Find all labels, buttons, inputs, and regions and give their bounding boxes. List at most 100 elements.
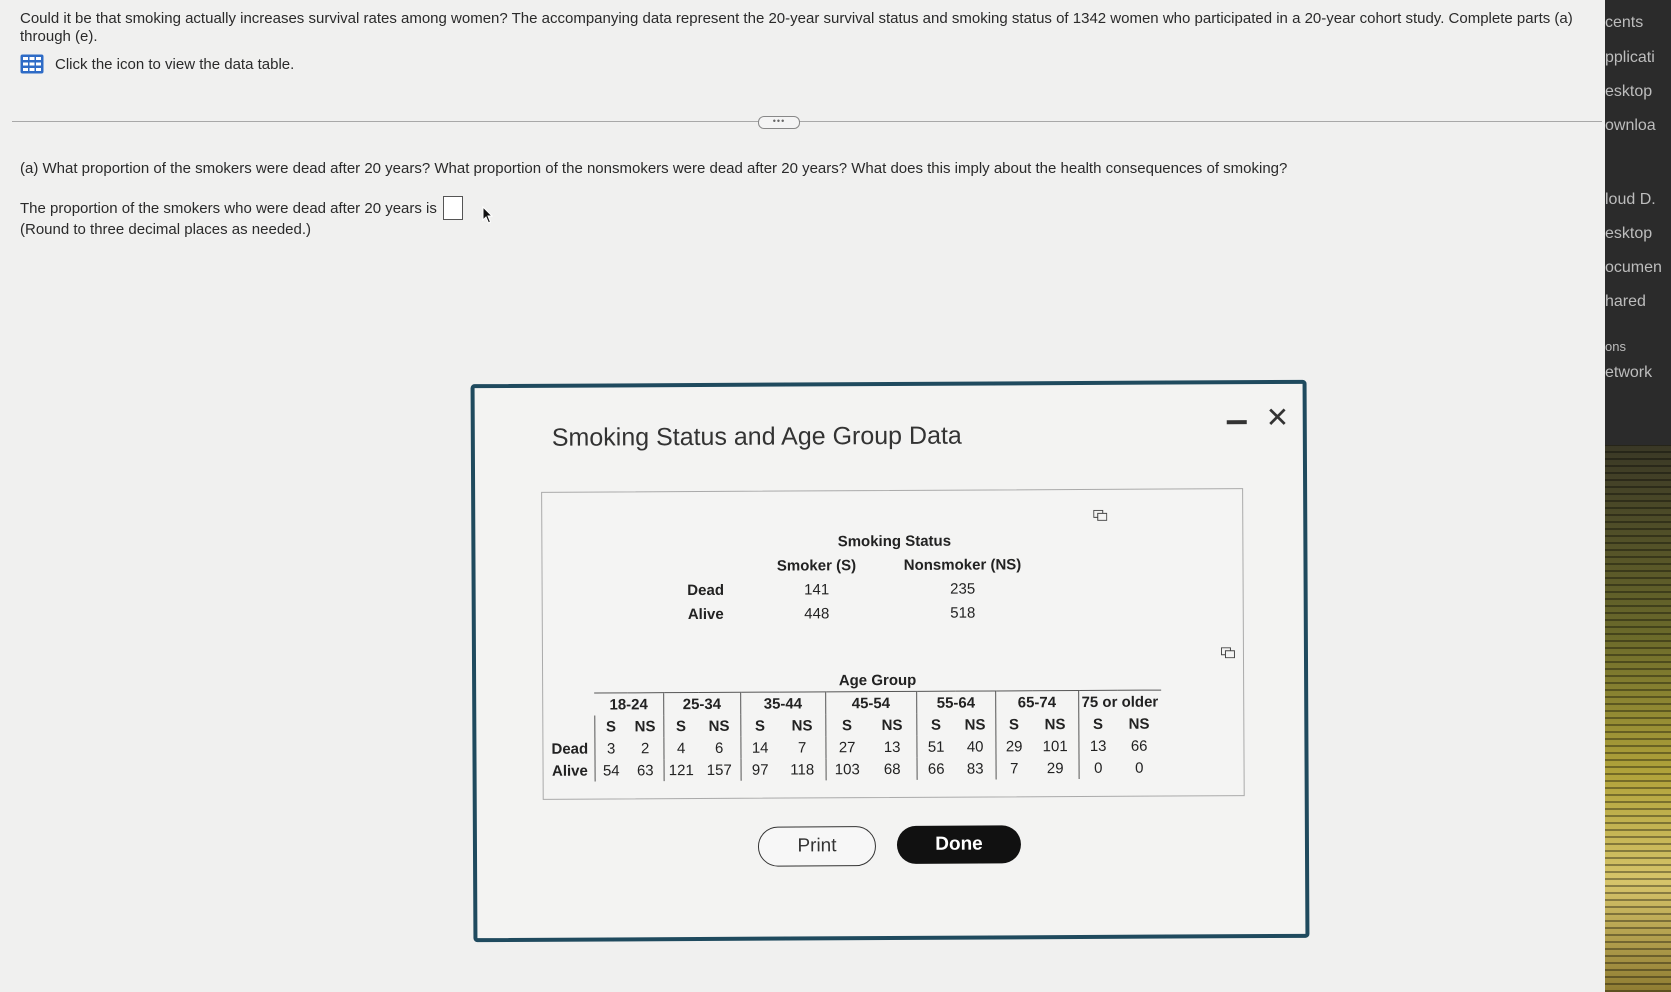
age-group-header: 25-34	[663, 692, 741, 716]
answer-input[interactable]	[442, 196, 463, 220]
table-cell: 0	[1135, 759, 1144, 777]
row-label: Dead	[687, 581, 725, 599]
table-row: Alive 448 518	[663, 600, 1041, 626]
table-cell: 66	[1130, 737, 1148, 755]
sub-header: S	[825, 714, 869, 737]
table-cell: 518	[950, 604, 976, 622]
answer-row: The proportion of the smokers who were d…	[20, 196, 463, 220]
print-button[interactable]: Print	[757, 826, 877, 867]
table-cell: 103	[825, 758, 869, 781]
sub-header: S	[1078, 712, 1118, 736]
side-panel-item[interactable]: etwork	[1605, 364, 1671, 382]
table-cell: 121	[663, 759, 699, 782]
sub-header: S	[594, 715, 628, 738]
table-cell: 7	[797, 738, 807, 756]
sub-header: NS	[1128, 715, 1150, 733]
sub-header: S	[740, 714, 780, 737]
sub-header: NS	[964, 716, 986, 734]
side-panel-item[interactable]: esktop	[1605, 225, 1671, 243]
side-panel-item[interactable]: ocumen	[1605, 259, 1671, 277]
table1-header: Smoking Status	[837, 532, 952, 550]
background-photo	[1605, 445, 1671, 992]
sub-header: NS	[1044, 715, 1066, 733]
sub-header: NS	[791, 716, 813, 735]
table-cell: 14	[740, 736, 780, 759]
side-panel-item[interactable]: pplicati	[1605, 49, 1671, 67]
age-group-header: 18-24	[594, 692, 664, 716]
table-row: Dead 3 2 4 6 14 7 27 13 51 40 29 101 13 66	[551, 734, 1161, 760]
expand-handle[interactable]: •••	[758, 116, 800, 129]
data-table-dialog: Smoking Status and Age Group Data ✕ Smok…	[470, 379, 1310, 943]
done-button[interactable]: Done	[896, 825, 1022, 864]
sub-header: NS	[708, 717, 730, 735]
table-cell: 0	[1078, 756, 1118, 780]
section-divider	[12, 121, 1602, 122]
side-panel-item[interactable]: ons	[1605, 339, 1671, 354]
close-icon[interactable]: ✕	[1266, 402, 1290, 433]
side-panel-item[interactable]: loud D.	[1605, 191, 1671, 209]
table-cell: 101	[1042, 737, 1068, 755]
table-cell: 68	[883, 760, 901, 778]
table-cell: 40	[966, 738, 984, 756]
mouse-cursor-icon	[482, 206, 494, 224]
table-cell: 54	[594, 759, 628, 782]
question-intro: Could it be that smoking actually increa…	[20, 10, 1573, 45]
age-group-header: 35-44	[740, 691, 826, 715]
row-label: Alive	[687, 605, 724, 623]
sub-header: NS	[881, 716, 903, 734]
age-group-header: 65-74	[995, 690, 1079, 714]
table-cell: 235	[950, 580, 976, 598]
answer-prompt: The proportion of the smokers who were d…	[20, 199, 437, 217]
row-label: Alive	[551, 762, 588, 780]
part-a-question: (a) What proportion of the smokers were …	[20, 160, 1288, 177]
side-panel-item[interactable]: ownloa	[1605, 117, 1671, 135]
table-cell: 29	[1046, 759, 1064, 777]
side-panel-item[interactable]: esktop	[1605, 83, 1671, 101]
table2-header: Age Group	[838, 671, 917, 689]
age-group-header: 75 or older	[1078, 690, 1161, 714]
sub-header: S	[663, 715, 699, 738]
table-cell: 448	[804, 604, 830, 622]
sub-header: S	[916, 713, 956, 736]
minimize-button[interactable]	[1226, 420, 1247, 425]
table-cell: 66	[916, 757, 956, 780]
age-group-table: Age Group 18-24 25-34 35-44 45-54 55-64 65-74…	[551, 668, 1161, 782]
data-table-link-text[interactable]: Click the icon to view the data table.	[55, 56, 294, 73]
table-cell: 63	[636, 761, 654, 779]
table-cell: 118	[790, 760, 815, 779]
row-label: Dead	[551, 740, 589, 758]
table-cell: 2	[640, 739, 650, 757]
table-grid-icon[interactable]	[20, 54, 44, 74]
table-cell: 7	[995, 757, 1033, 780]
table-cell: 83	[966, 760, 984, 778]
smoking-status-table: Smoking Status Smoker (S) Nonsmoker (NS)…	[662, 528, 1040, 626]
sub-header: NS	[634, 717, 656, 735]
copy-table-icon[interactable]	[1093, 509, 1108, 521]
table-cell: 3	[594, 737, 628, 760]
table-cell: 141	[804, 580, 830, 598]
copy-table-icon[interactable]	[1220, 647, 1235, 659]
table-cell: 4	[663, 737, 699, 760]
table-cell: 157	[706, 761, 732, 779]
main-page: Could it be that smoking actually increa…	[0, 0, 1605, 992]
table-row: Alive 54 63 121 157 97 118 103 68 66 83 7 29 0 0	[551, 756, 1162, 782]
age-group-header: 55-64	[916, 690, 996, 714]
col-smoker: Smoker (S)	[776, 556, 857, 575]
round-note: (Round to three decimal places as needed…	[20, 221, 312, 238]
data-table-container: Smoking Status Smoker (S) Nonsmoker (NS)…	[541, 488, 1245, 800]
sub-header: S	[995, 713, 1033, 736]
data-table-link[interactable]: Click the icon to view the data table.	[20, 54, 294, 74]
side-panel: cents pplicati esktop ownloa loud D. esktop oc…	[1605, 0, 1671, 992]
dialog-title: Smoking Status and Age Group Data	[551, 421, 962, 452]
table-cell: 13	[1078, 734, 1118, 758]
table-cell: 97	[740, 758, 780, 781]
table-cell: 27	[825, 736, 869, 759]
col-nonsmoker: Nonsmoker (NS)	[903, 555, 1022, 574]
table-cell: 6	[714, 739, 724, 757]
side-panel-item[interactable]: hared	[1605, 293, 1671, 311]
table-cell: 51	[916, 735, 956, 758]
table-cell: 13	[883, 738, 901, 756]
side-panel-item[interactable]: cents	[1605, 14, 1671, 32]
age-group-header: 45-54	[825, 691, 917, 715]
table-cell: 29	[995, 735, 1033, 758]
